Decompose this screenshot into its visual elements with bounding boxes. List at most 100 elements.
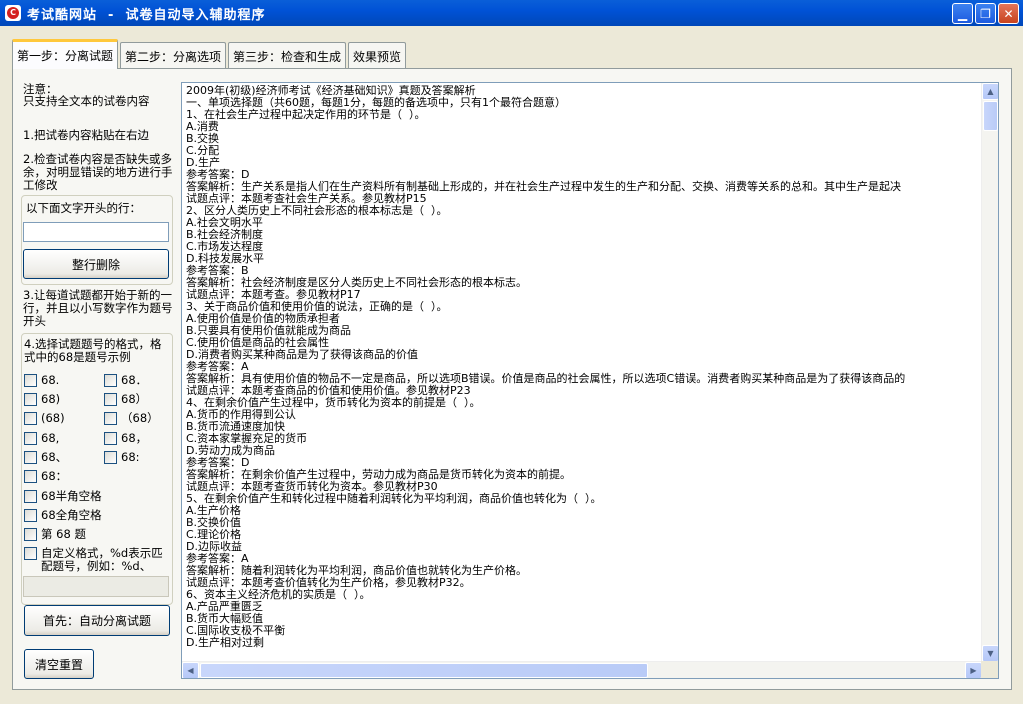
format-checkbox[interactable]: 68: <box>104 451 140 464</box>
scroll-up-button[interactable]: ▲ <box>982 83 998 100</box>
checkbox-box <box>24 470 37 483</box>
format-di-checkbox[interactable]: 第 68 题 <box>24 528 86 541</box>
format-checkbox[interactable]: （68） <box>104 412 159 425</box>
prefix-label: 以下面文字开头的行： <box>26 201 141 215</box>
tab-panel: 注意： 只支持全文本的试卷内容 1.把试卷内容粘贴在右边 2.检查试卷内容是否缺… <box>12 68 1012 690</box>
scroll-down-button[interactable]: ▼ <box>982 645 998 662</box>
editor-line: A.社会文明水平 <box>186 216 263 229</box>
format-custom-checkbox[interactable]: 自定义格式，%d表示匹配题号，例如：%d、 <box>24 547 166 573</box>
format-half-space-checkbox[interactable]: 68半角空格 <box>24 490 102 503</box>
editor-content[interactable]: 2009年(初级)经济师考试《经济基础知识》真题及答案解析 一、单项选择题（共60… <box>186 85 974 661</box>
checkbox-box <box>24 374 37 387</box>
editor-line: B.交换 <box>186 132 220 145</box>
checkbox-label: 68) <box>41 392 61 406</box>
maximize-button[interactable]: ❐ <box>975 3 996 24</box>
editor-line: C.国际收支极不平衡 <box>186 624 286 637</box>
app-icon-letter: C <box>7 7 19 19</box>
editor-line: A.货币的作用得到公认 <box>186 408 296 421</box>
step1-text: 1.把试卷内容粘贴在右边 <box>23 128 149 142</box>
delete-prefix-group: 以下面文字开头的行： 整行删除 <box>21 195 173 285</box>
checkbox-label: 自定义格式，%d表示匹配题号，例如：%d、 <box>41 546 163 573</box>
prefix-input[interactable] <box>23 222 169 242</box>
editor-line: C.理论价格 <box>186 528 242 541</box>
format-checkbox[interactable]: 68) <box>24 393 60 406</box>
editor-line: D.劳动力成为商品 <box>186 444 275 457</box>
step2-text: 2.检查试卷内容是否缺失或多余，对明显错误的地方进行手工修改 <box>23 152 173 192</box>
checkbox-label: 68: <box>121 450 140 464</box>
editor-line: A.生产价格 <box>186 504 241 517</box>
restore-icon: ❐ <box>980 6 991 21</box>
vertical-scroll-thumb[interactable] <box>983 101 998 131</box>
editor-line: D.生产相对过剩 <box>186 636 264 649</box>
editor-line: 1、在社会生产过程中起决定作用的环节是（ ）。 <box>186 108 426 121</box>
format-group: 4.选择试题题号的格式，格式中的68是题号示例 68. 68． 68) 68） … <box>21 333 173 605</box>
editor-line: C.分配 <box>186 144 220 157</box>
tab-step3[interactable]: 第三步：检查和生成 <box>228 42 347 69</box>
editor-line: C.市场发达程度 <box>186 240 264 253</box>
format-checkbox[interactable]: (68) <box>24 412 65 425</box>
scroll-left-button[interactable]: ◀ <box>182 662 199 678</box>
checkbox-box <box>24 393 37 406</box>
tab-step1[interactable]: 第一步：分离试题 <box>12 39 119 69</box>
checkbox-label: (68) <box>41 411 65 425</box>
scroll-corner <box>981 661 998 678</box>
checkbox-label: 68， <box>121 431 148 445</box>
checkbox-box <box>24 432 37 445</box>
editor-line: D.生产 <box>186 156 220 169</box>
close-icon: ✕ <box>1003 6 1014 21</box>
editor-line: C.资本家掌握充足的货币 <box>186 432 308 445</box>
reset-button[interactable]: 清空重置 <box>24 649 94 679</box>
minimize-button[interactable]: ▁ <box>952 3 973 24</box>
checkbox-label: 68） <box>121 392 148 406</box>
horizontal-scrollbar[interactable]: ◀ ▶ <box>182 661 982 678</box>
editor-line: B.货币大幅贬值 <box>186 612 264 625</box>
checkbox-box <box>24 412 37 425</box>
editor-line: 2、区分人类历史上不同社会形态的根本标志是（ ）。 <box>186 204 448 217</box>
editor-line: D.科技发展水平 <box>186 252 264 265</box>
editor-line: A.消费 <box>186 120 219 133</box>
checkbox-box <box>24 490 37 503</box>
arrow-down-icon: ▼ <box>987 649 994 658</box>
editor-line: A.产品严重匮乏 <box>186 600 263 613</box>
auto-split-button[interactable]: 首先：自动分离试题 <box>24 605 170 636</box>
horizontal-scroll-thumb[interactable] <box>200 663 648 678</box>
editor-line: D.边际收益 <box>186 540 242 553</box>
checkbox-box <box>104 374 117 387</box>
checkbox-label: （68） <box>121 411 159 425</box>
checkbox-box <box>24 547 37 560</box>
custom-format-input[interactable] <box>23 576 169 597</box>
exam-text-editor[interactable]: 2009年(初级)经济师考试《经济基础知识》真题及答案解析 一、单项选择题（共60… <box>181 82 999 679</box>
window-title: 考试酷网站 - 试卷自动导入辅助程序 <box>27 7 266 23</box>
checkbox-label: 68半角空格 <box>41 489 102 503</box>
format-checkbox[interactable]: 68， <box>104 432 147 445</box>
format-full-space-checkbox[interactable]: 68全角空格 <box>24 509 102 522</box>
format-checkbox[interactable]: 68） <box>104 393 147 406</box>
checkbox-box <box>104 451 117 464</box>
step4-text: 4.选择试题题号的格式，格式中的68是题号示例 <box>24 337 162 364</box>
format-checkbox[interactable]: 68、 <box>24 451 67 464</box>
editor-line: D.消费者购买某种商品是为了获得该商品的价值 <box>186 348 418 361</box>
tab-preview[interactable]: 效果预览 <box>348 42 407 69</box>
checkbox-box <box>24 509 37 522</box>
checkbox-label: 68全角空格 <box>41 508 102 522</box>
format-checkbox[interactable]: 68： <box>24 470 67 483</box>
close-button[interactable]: ✕ <box>998 3 1019 24</box>
format-checkbox[interactable]: 68, <box>24 432 59 445</box>
checkbox-box <box>24 451 37 464</box>
checkbox-box <box>104 412 117 425</box>
checkbox-box <box>104 432 117 445</box>
tab-step2[interactable]: 第二步：分离选项 <box>120 42 227 69</box>
scroll-right-button[interactable]: ▶ <box>965 662 982 678</box>
format-checkbox[interactable]: 68. <box>24 374 59 387</box>
vertical-scrollbar[interactable]: ▲ ▼ <box>981 83 998 662</box>
checkbox-box <box>104 393 117 406</box>
editor-line: 5、在剩余价值产生和转化过程中随着利润转化为平均利润，商品价值也转化为（ ）。 <box>186 492 602 505</box>
arrow-left-icon: ◀ <box>187 666 194 675</box>
checkbox-label: 68、 <box>41 450 68 464</box>
app-icon: C <box>5 5 21 21</box>
delete-lines-button[interactable]: 整行删除 <box>23 249 169 279</box>
format-checkbox[interactable]: 68． <box>104 374 147 387</box>
window-controls: ▁ ❐ ✕ <box>952 3 1019 24</box>
editor-line: B.交换价值 <box>186 516 242 529</box>
note-text: 只支持全文本的试卷内容 <box>23 94 150 108</box>
